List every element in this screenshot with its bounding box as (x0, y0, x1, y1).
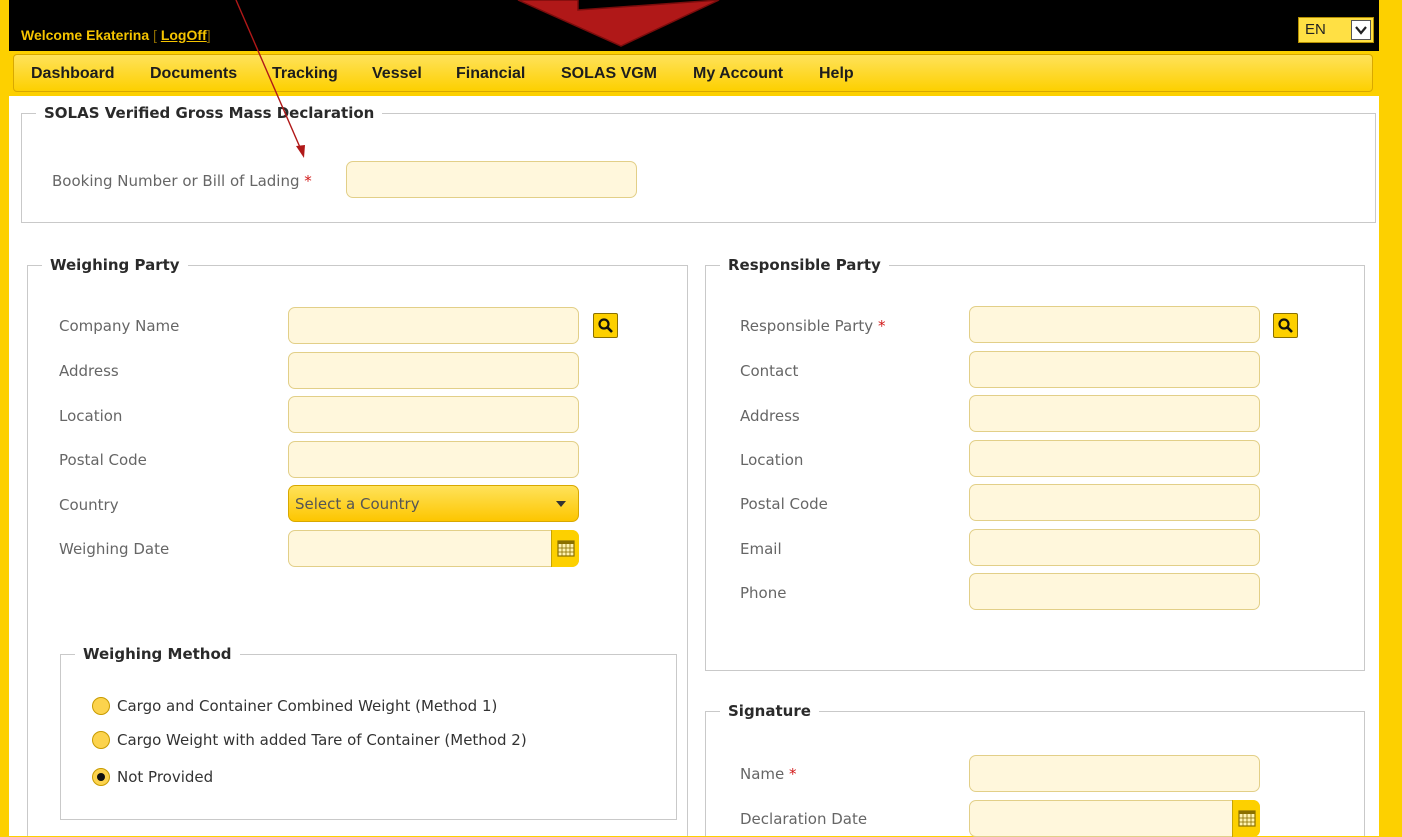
contact-input[interactable] (969, 351, 1260, 388)
weighing-date-picker-button[interactable] (551, 530, 579, 567)
wp-postal-label: Postal Code (59, 451, 147, 469)
rp-address-input[interactable] (969, 395, 1260, 432)
top-bar: Welcome Ekaterina [ LogOff] EN (9, 0, 1379, 51)
rp-address-label: Address (740, 407, 800, 425)
responsible-party-legend: Responsible Party (728, 256, 881, 274)
weighing-date-field (288, 530, 579, 567)
required-mark: * (304, 172, 312, 190)
booking-number-input[interactable] (346, 161, 637, 198)
welcome-text: Welcome Ekaterina [ LogOff] (21, 27, 211, 43)
wp-postal-input[interactable] (288, 441, 579, 478)
required-mark: * (877, 317, 886, 335)
responsible-party-label-text: Responsible Party (740, 317, 874, 335)
method-1-radio[interactable] (92, 697, 110, 715)
country-label: Country (59, 496, 119, 514)
rp-location-label: Location (740, 451, 804, 469)
method-1-label: Cargo and Container Combined Weight (Met… (117, 697, 498, 715)
weighing-date-label: Weighing Date (59, 540, 170, 558)
signature-name-label: Name * (740, 765, 797, 783)
bracket-open: [ (149, 27, 161, 43)
company-search-button[interactable] (593, 313, 618, 338)
method-2-label: Cargo Weight with added Tare of Containe… (117, 731, 527, 749)
user-name: Ekaterina (86, 27, 150, 43)
not-provided-label: Not Provided (117, 768, 214, 786)
nav-tracking[interactable]: Tracking (272, 65, 338, 83)
email-input[interactable] (969, 529, 1260, 566)
email-label: Email (740, 540, 782, 558)
nav-dashboard[interactable]: Dashboard (31, 65, 115, 83)
not-provided-radio[interactable] (92, 768, 110, 786)
nav-help[interactable]: Help (819, 65, 854, 83)
booking-label-text: Booking Number or Bill of Lading (52, 172, 300, 190)
nav-vessel[interactable]: Vessel (372, 65, 422, 83)
vgm-fieldset: SOLAS Verified Gross Mass Declaration (21, 104, 1376, 223)
logoff-link[interactable]: LogOff (161, 27, 207, 43)
phone-input[interactable] (969, 573, 1260, 610)
chevron-down-icon (1351, 20, 1371, 40)
main-nav: Dashboard Documents Tracking Vessel Fina… (13, 54, 1373, 92)
country-select[interactable]: Select a Country (288, 485, 579, 522)
declaration-date-picker-button[interactable] (1232, 800, 1260, 837)
responsible-party-label: Responsible Party * (740, 317, 885, 335)
wp-address-label: Address (59, 362, 119, 380)
signature-name-input[interactable] (969, 755, 1260, 792)
nav-solas-vgm[interactable]: SOLAS VGM (561, 65, 657, 83)
weighing-date-input[interactable] (288, 530, 579, 567)
company-name-input[interactable] (288, 307, 579, 344)
contact-label: Contact (740, 362, 799, 380)
company-name-label: Company Name (59, 317, 180, 335)
vgm-legend: SOLAS Verified Gross Mass Declaration (44, 104, 375, 122)
signature-name-label-text: Name (740, 765, 785, 783)
wp-location-label: Location (59, 407, 123, 425)
phone-label: Phone (740, 584, 787, 602)
rp-postal-label: Postal Code (740, 495, 828, 513)
required-mark: * (789, 765, 797, 783)
declaration-date-input[interactable] (969, 800, 1260, 837)
declaration-date-field (969, 800, 1260, 837)
responsible-party-search-button[interactable] (1273, 313, 1298, 338)
weighing-method-legend: Weighing Method (83, 645, 232, 663)
bracket-close: ] (206, 27, 211, 43)
wp-address-input[interactable] (288, 352, 579, 389)
nav-my-account[interactable]: My Account (693, 65, 783, 83)
booking-label: Booking Number or Bill of Lading * (52, 172, 312, 190)
language-value: EN (1305, 21, 1326, 38)
content-area: SOLAS Verified Gross Mass Declaration Bo… (9, 96, 1379, 837)
welcome-prefix: Welcome (21, 27, 87, 43)
rp-postal-input[interactable] (969, 484, 1260, 521)
responsible-party-input[interactable] (969, 306, 1260, 343)
weighing-party-legend: Weighing Party (50, 256, 180, 274)
nav-documents[interactable]: Documents (150, 65, 237, 83)
method-2-radio[interactable] (92, 731, 110, 749)
declaration-date-label: Declaration Date (740, 810, 868, 828)
rp-location-input[interactable] (969, 440, 1260, 477)
language-select[interactable]: EN (1298, 17, 1374, 43)
country-selected-value: Select a Country (295, 495, 420, 513)
wp-location-input[interactable] (288, 396, 579, 433)
signature-legend: Signature (728, 702, 811, 720)
caret-down-icon (556, 501, 566, 507)
nav-financial[interactable]: Financial (456, 65, 525, 83)
